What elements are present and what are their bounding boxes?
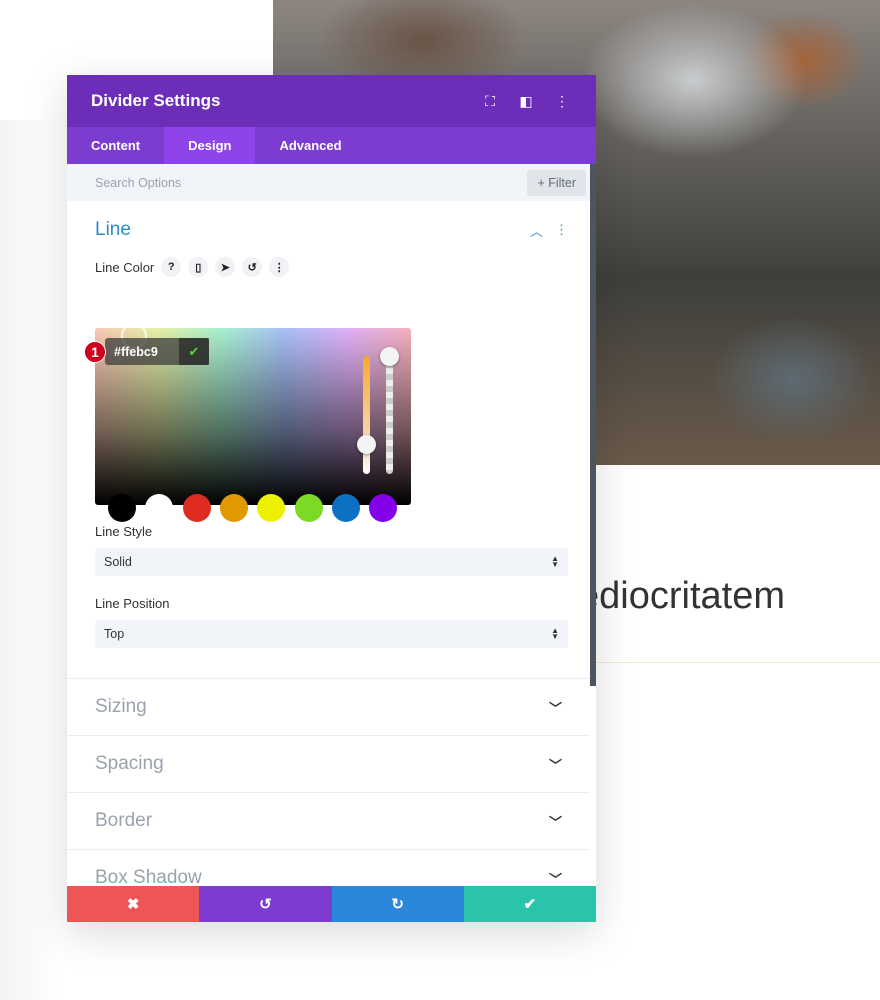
color-swatch[interactable] [294, 494, 323, 522]
reset-icon[interactable]: ↺ [242, 257, 263, 277]
close-icon: ✖ [126, 896, 140, 913]
line-position-value: Top [104, 627, 125, 641]
color-swatch[interactable] [182, 494, 211, 522]
tab-bar: Content Design Advanced [67, 127, 596, 164]
group-border[interactable]: Border ﹀ [67, 792, 590, 849]
chevron-down-icon: ﹀ [548, 700, 562, 716]
save-button[interactable]: ✔ [463, 886, 596, 922]
group-sizing[interactable]: Sizing ﹀ [67, 678, 590, 735]
line-position-label: Line Position [95, 596, 170, 611]
help-icon[interactable]: ? [161, 257, 182, 277]
fullscreen-icon[interactable]: ⛶ [480, 91, 500, 111]
color-swatch[interactable] [257, 494, 286, 522]
group-label: Spacing [95, 753, 164, 774]
color-swatch[interactable] [331, 494, 360, 522]
hex-input[interactable]: #ffebc9 ✔ [105, 338, 209, 365]
select-arrows-icon: ▲ ▼ [551, 554, 559, 569]
divider-line [596, 662, 880, 663]
color-swatch[interactable] [145, 494, 174, 522]
line-color-label: Line Color [95, 259, 155, 275]
color-swatch[interactable] [108, 494, 136, 522]
select-arrows-icon: ▲ ▼ [551, 626, 559, 641]
chevron-down-icon: ﹀ [548, 814, 562, 830]
panel-header: Divider Settings ⛶ ◧ ⋮ [67, 75, 596, 127]
page-heading-fragment: ediocritatem [578, 575, 785, 617]
line-section-title[interactable]: Line [95, 219, 518, 241]
tab-content[interactable]: Content [67, 127, 164, 164]
line-style-label: Line Style [95, 524, 153, 539]
more-icon[interactable]: ⋮ [555, 222, 568, 238]
color-swatch[interactable] [369, 494, 398, 522]
hue-slider-handle[interactable] [357, 435, 376, 454]
panel-footer: ✖ ↺ ↻ ✔ [67, 886, 596, 922]
cursor-icon[interactable]: ➤ [215, 257, 236, 277]
panel-title: Divider Settings [91, 91, 221, 110]
hex-value[interactable]: #ffebc9 [105, 345, 179, 359]
filter-button[interactable]: + Filter [527, 169, 586, 196]
step-badge: 1 [84, 341, 106, 363]
chevron-down-icon: ﹀ [548, 757, 562, 773]
color-picker[interactable]: #ffebc9 ✔ 1 [84, 323, 411, 522]
check-icon[interactable]: ✔ [179, 338, 209, 365]
hue-slider[interactable] [363, 356, 370, 474]
tab-design[interactable]: Design [164, 127, 256, 164]
search-input[interactable]: Search Options [95, 176, 527, 190]
redo-icon: ↻ [391, 896, 404, 913]
color-swatch[interactable] [219, 494, 248, 522]
background-shadow [0, 120, 60, 1000]
tab-advanced[interactable]: Advanced [255, 127, 365, 164]
group-label: Border [95, 810, 153, 831]
opacity-slider-handle[interactable] [380, 347, 399, 366]
line-style-select[interactable]: Solid ▲ ▼ [95, 548, 568, 576]
line-section: Line ︿ ⋮ Line Color ? ▯ ➤ ↺ ⋮ #ffebc9 ✔ … [67, 201, 596, 678]
opacity-slider[interactable] [386, 356, 393, 474]
check-icon: ✔ [523, 896, 537, 913]
more-icon[interactable]: ⋮ [269, 257, 290, 277]
undo-icon: ↺ [259, 896, 272, 913]
chevron-down-icon: ﹀ [548, 871, 562, 887]
group-label: Sizing [95, 696, 147, 717]
search-bar: Search Options + Filter [67, 164, 596, 201]
line-position-select[interactable]: Top ▲ ▼ [95, 620, 568, 648]
more-icon[interactable]: ⋮ [552, 91, 572, 111]
split-view-icon[interactable]: ◧ [516, 91, 536, 111]
divider-settings-panel: Divider Settings ⛶ ◧ ⋮ Content Design Ad… [67, 75, 596, 922]
undo-button[interactable]: ↺ [199, 886, 332, 922]
mobile-icon[interactable]: ▯ [188, 257, 209, 277]
redo-button[interactable]: ↻ [331, 886, 464, 922]
line-style-value: Solid [104, 555, 132, 569]
group-spacing[interactable]: Spacing ﹀ [67, 735, 590, 792]
cancel-button[interactable]: ✖ [67, 886, 200, 922]
chevron-up-icon[interactable]: ︿ [530, 221, 543, 240]
